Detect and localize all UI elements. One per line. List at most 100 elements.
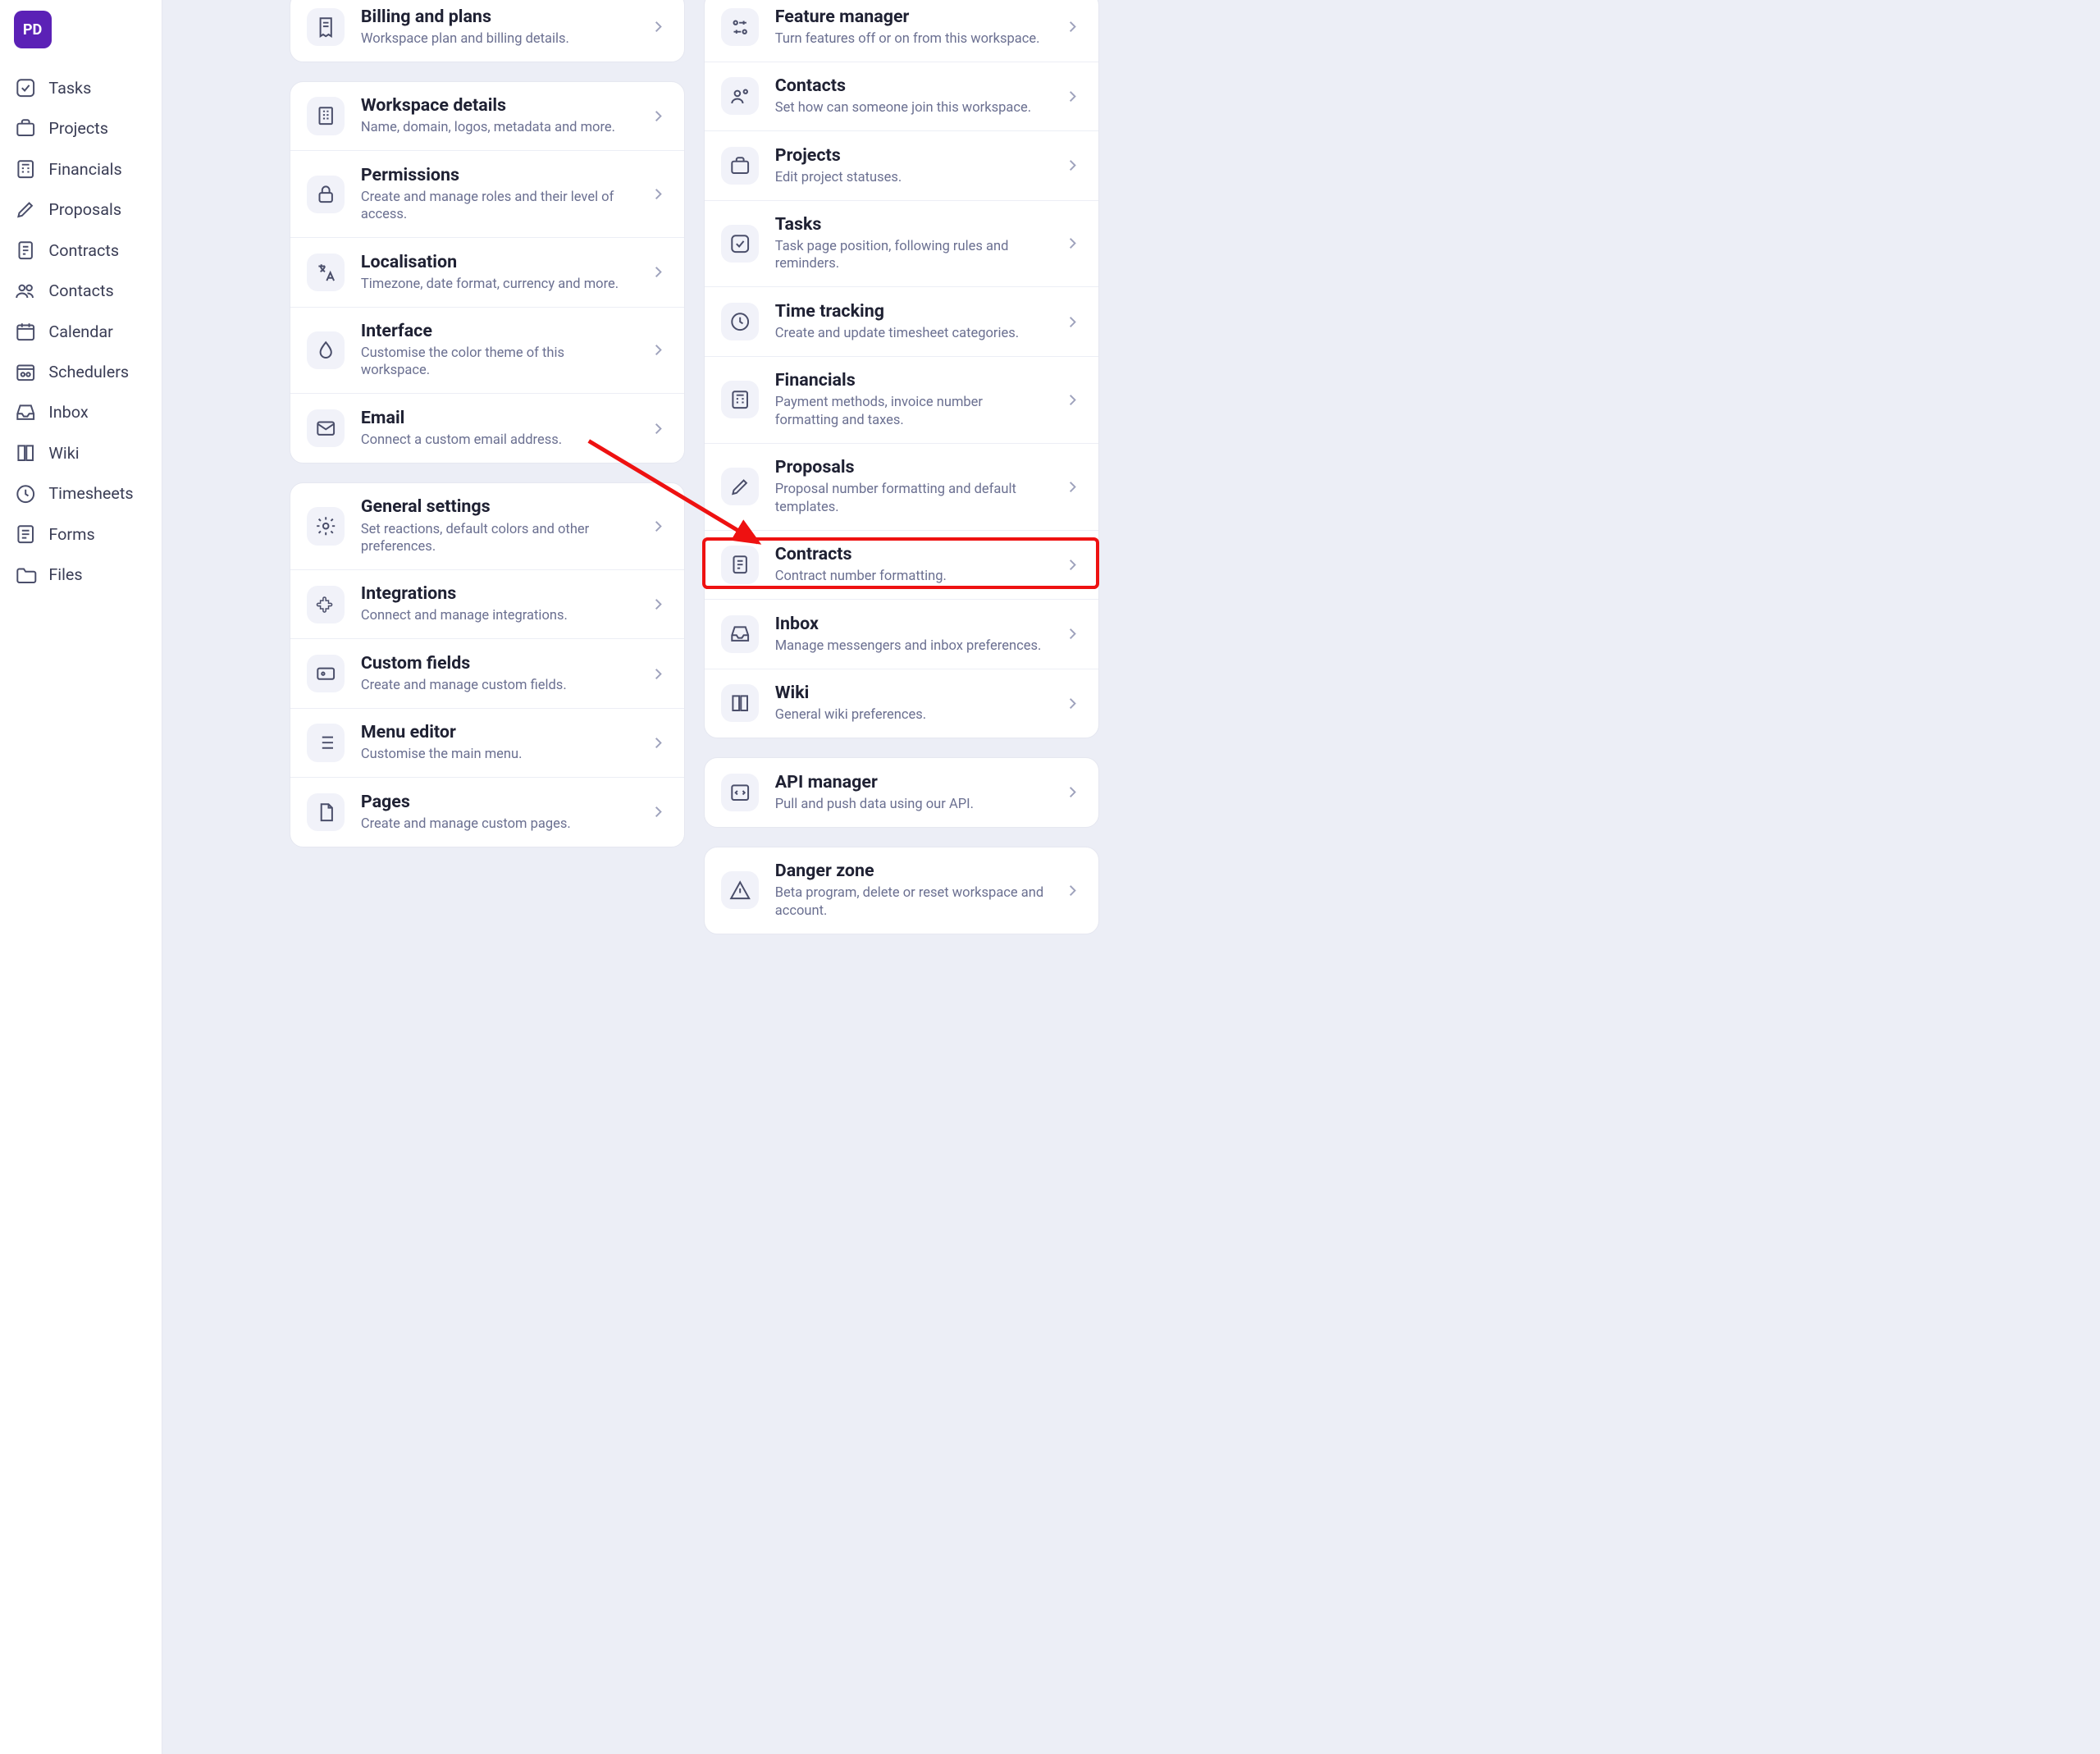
settings-row-title: Interface xyxy=(361,321,632,342)
sidebar-item-label: Financials xyxy=(48,160,121,179)
settings-row-subtitle: Set how can someone join this workspace. xyxy=(775,99,1047,116)
settings-row-subtitle: General wiki preferences. xyxy=(775,706,1047,724)
sidebar-item-label: Schedulers xyxy=(48,363,129,381)
sidebar-item-label: Contracts xyxy=(48,241,119,260)
settings-row-general-settings[interactable]: General settings Set reactions, default c… xyxy=(290,483,684,569)
chevron-right-icon xyxy=(1063,234,1082,253)
settings-row-feature-manager[interactable]: Feature manager Turn features off or on f… xyxy=(705,0,1098,62)
sidebar-item-tasks[interactable]: Tasks xyxy=(0,67,162,107)
settings-row-email[interactable]: EmailConnect a custom email address. xyxy=(290,393,684,462)
check-square-icon xyxy=(14,75,39,100)
settings-row-integrations[interactable]: IntegrationsConnect and manage integrati… xyxy=(290,569,684,638)
settings-row-inbox[interactable]: InboxManage messengers and inbox prefere… xyxy=(705,599,1098,668)
sidebar-item-proposals[interactable]: Proposals xyxy=(0,190,162,230)
calendar-month-icon xyxy=(14,319,39,344)
settings-row-contacts[interactable]: ContactsSet how can someone join this wo… xyxy=(705,62,1098,130)
settings-row-billing[interactable]: Billing and plans Workspace plan and bil… xyxy=(290,0,684,62)
settings-row-subtitle: Contract number formatting. xyxy=(775,568,1047,585)
settings-row-financials[interactable]: FinancialsPayment methods, invoice numbe… xyxy=(705,356,1098,443)
chevron-right-icon xyxy=(1063,783,1082,802)
sidebar-item-label: Proposals xyxy=(48,200,121,219)
settings-col-right: Feature manager Turn features off or on f… xyxy=(704,0,1099,934)
contract-icon xyxy=(721,546,759,583)
sidebar-item-schedulers[interactable]: Schedulers xyxy=(0,352,162,392)
settings-group: Workspace details Name, domain, logos, me… xyxy=(290,81,685,464)
calculator-icon xyxy=(14,157,39,181)
sidebar-item-financials[interactable]: Financials xyxy=(0,148,162,189)
sidebar-item-forms[interactable]: Forms xyxy=(0,514,162,555)
settings-row-subtitle: Beta program, delete or reset workspace … xyxy=(775,884,1047,920)
settings-row-title: Localisation xyxy=(361,252,632,273)
chevron-right-icon xyxy=(1063,477,1082,496)
chevron-right-icon xyxy=(649,17,668,36)
settings-group: Feature manager Turn features off or on f… xyxy=(704,0,1099,738)
workspace-badge[interactable]: PD xyxy=(14,11,52,48)
settings-row-wiki[interactable]: WikiGeneral wiki preferences. xyxy=(705,669,1098,738)
settings-row-tasks[interactable]: TasksTask page position, following rules… xyxy=(705,200,1098,287)
puzzle-icon xyxy=(307,586,345,623)
chevron-right-icon xyxy=(649,107,668,126)
chevron-right-icon xyxy=(1063,881,1082,900)
chevron-right-icon xyxy=(649,802,668,821)
settings-row-subtitle: Payment methods, invoice number formatti… xyxy=(775,394,1047,429)
settings-row-title: General settings xyxy=(361,496,632,518)
globe-translate-icon xyxy=(307,254,345,291)
settings-row-menu-editor[interactable]: Menu editorCustomise the main menu. xyxy=(290,708,684,777)
settings-row-time-tracking[interactable]: Time trackingCreate and update timesheet… xyxy=(705,286,1098,355)
settings-row-subtitle: Manage messengers and inbox preferences. xyxy=(775,637,1047,655)
sidebar-item-label: Timesheets xyxy=(48,484,133,503)
settings-row-subtitle: Workspace plan and billing details. xyxy=(361,30,632,48)
settings-row-subtitle: Create and manage roles and their level … xyxy=(361,189,632,224)
schedule-icon xyxy=(14,360,39,385)
sidebar-item-contacts[interactable]: Contacts xyxy=(0,271,162,311)
settings-row-interface[interactable]: Interface Customise the color theme of th… xyxy=(290,307,684,394)
settings-group: Billing and plans Workspace plan and bil… xyxy=(290,0,685,62)
settings-row-title: Feature manager xyxy=(775,7,1047,28)
settings-row-pages[interactable]: PagesCreate and manage custom pages. xyxy=(290,777,684,846)
settings-row-subtitle: Customise the color theme of this worksp… xyxy=(361,345,632,380)
settings-row-subtitle: Edit project statuses. xyxy=(775,169,1047,186)
settings-row-proposals[interactable]: ProposalsProposal number formatting and … xyxy=(705,443,1098,530)
settings-row-workspace-details[interactable]: Workspace details Name, domain, logos, me… xyxy=(290,82,684,150)
settings-row-title: Workspace details xyxy=(361,95,632,116)
card-icon xyxy=(307,655,345,692)
settings-row-subtitle: Customise the main menu. xyxy=(361,746,632,763)
chevron-right-icon xyxy=(1063,624,1082,643)
settings-row-permissions[interactable]: PermissionsCreate and manage roles and t… xyxy=(290,150,684,237)
sidebar-item-label: Files xyxy=(48,565,82,584)
sidebar-item-timesheets[interactable]: Timesheets xyxy=(0,473,162,514)
settings-row-projects[interactable]: ProjectsEdit project statuses. xyxy=(705,130,1098,199)
sidebar-item-calendar[interactable]: Calendar xyxy=(0,311,162,351)
settings-row-title: Time tracking xyxy=(775,301,1047,322)
settings-row-title: Danger zone xyxy=(775,861,1047,882)
chevron-right-icon xyxy=(649,665,668,683)
chevron-right-icon xyxy=(649,733,668,752)
settings-row-subtitle: Name, domain, logos, metadata and more. xyxy=(361,119,632,136)
settings-row-subtitle: Set reactions, default colors and other … xyxy=(361,521,632,556)
settings-row-title: Pages xyxy=(361,792,632,813)
settings-row-subtitle: Connect a custom email address. xyxy=(361,432,632,449)
settings-group: API managerPull and push data using our … xyxy=(704,757,1099,827)
settings-row-subtitle: Turn features off or on from this worksp… xyxy=(775,30,1047,48)
chevron-right-icon xyxy=(649,263,668,281)
settings-row-title: Contracts xyxy=(775,544,1047,565)
settings-group: Danger zoneBeta program, delete or reset… xyxy=(704,847,1099,934)
briefcase-icon xyxy=(14,116,39,141)
settings-row-localisation[interactable]: LocalisationTimezone, date format, curre… xyxy=(290,237,684,306)
settings-row-custom-fields[interactable]: Custom fieldsCreate and manage custom fi… xyxy=(290,638,684,707)
sidebar-item-inbox[interactable]: Inbox xyxy=(0,392,162,432)
settings-row-title: API manager xyxy=(775,772,1047,793)
gear-icon xyxy=(307,507,345,545)
settings-row-title: Proposals xyxy=(775,457,1047,478)
settings-row-danger-zone[interactable]: Danger zoneBeta program, delete or reset… xyxy=(705,847,1098,934)
settings-row-contracts[interactable]: Contracts Contract number formatting. xyxy=(705,530,1098,599)
list-icon xyxy=(307,724,345,761)
settings-row-api-manager[interactable]: API managerPull and push data using our … xyxy=(705,758,1098,826)
chevron-right-icon xyxy=(1063,555,1082,574)
sidebar-item-contracts[interactable]: Contracts xyxy=(0,230,162,270)
sidebar-item-wiki[interactable]: Wiki xyxy=(0,433,162,473)
chevron-right-icon xyxy=(649,517,668,536)
chevron-right-icon xyxy=(1063,391,1082,409)
sidebar-item-files[interactable]: Files xyxy=(0,555,162,595)
sidebar-item-projects[interactable]: Projects xyxy=(0,108,162,148)
